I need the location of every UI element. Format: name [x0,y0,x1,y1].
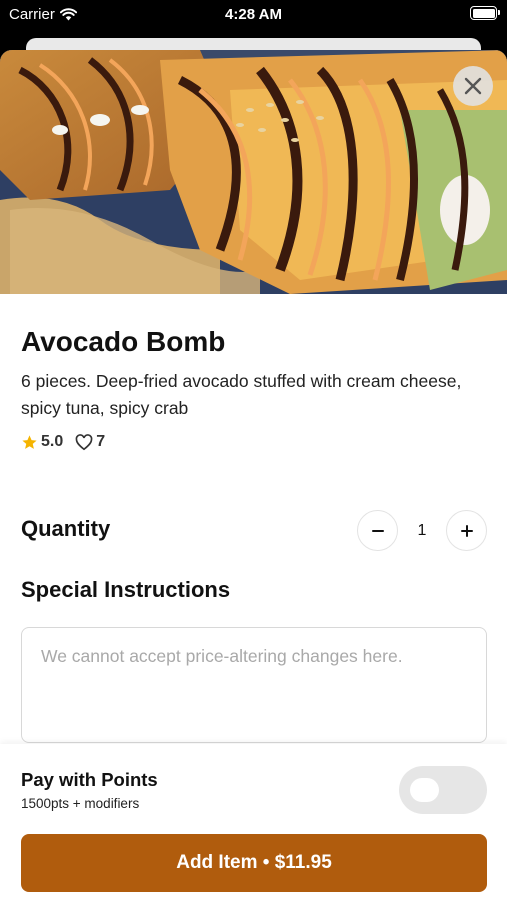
add-item-button[interactable]: Add Item • $11.95 [21,834,487,892]
close-button[interactable] [453,66,493,106]
quantity-stepper: 1 [357,510,487,551]
plus-icon [460,524,473,537]
item-detail-sheet: Avocado Bomb 6 pieces. Deep-fried avocad… [0,50,507,900]
pay-with-points-toggle[interactable] [399,766,487,814]
item-description: 6 pieces. Deep-fried avocado stuffed wit… [21,371,462,418]
item-title: Avocado Bomb [21,326,226,357]
likes[interactable]: 7 [75,433,105,451]
pay-with-points-label: Pay with Points [21,769,158,790]
heart-icon [75,433,93,450]
special-instructions-label: Special Instructions [21,577,231,602]
checkout-panel: Pay with Points 1500pts + modifiers Add … [0,744,507,900]
toggle-knob [410,778,439,802]
clock: 4:28 AM [225,6,282,23]
quantity-label: Quantity [21,516,111,541]
close-icon [464,77,482,95]
rating-value: 5.0 [41,433,64,450]
points-subtitle: 1500pts + modifiers [21,796,140,811]
increment-button[interactable] [446,510,487,551]
special-instructions-input[interactable] [21,627,487,743]
likes-count: 7 [96,433,106,450]
battery-icon [470,6,500,20]
rating: 5.0 [21,433,63,451]
star-icon [22,434,37,449]
decrement-button[interactable] [357,510,398,551]
quantity-value: 1 [417,521,427,539]
status-bar: Carrier 4:28 AM [0,0,507,34]
item-meta: 5.0 7 [21,433,117,451]
minus-icon [371,529,384,532]
item-photo [0,50,507,294]
